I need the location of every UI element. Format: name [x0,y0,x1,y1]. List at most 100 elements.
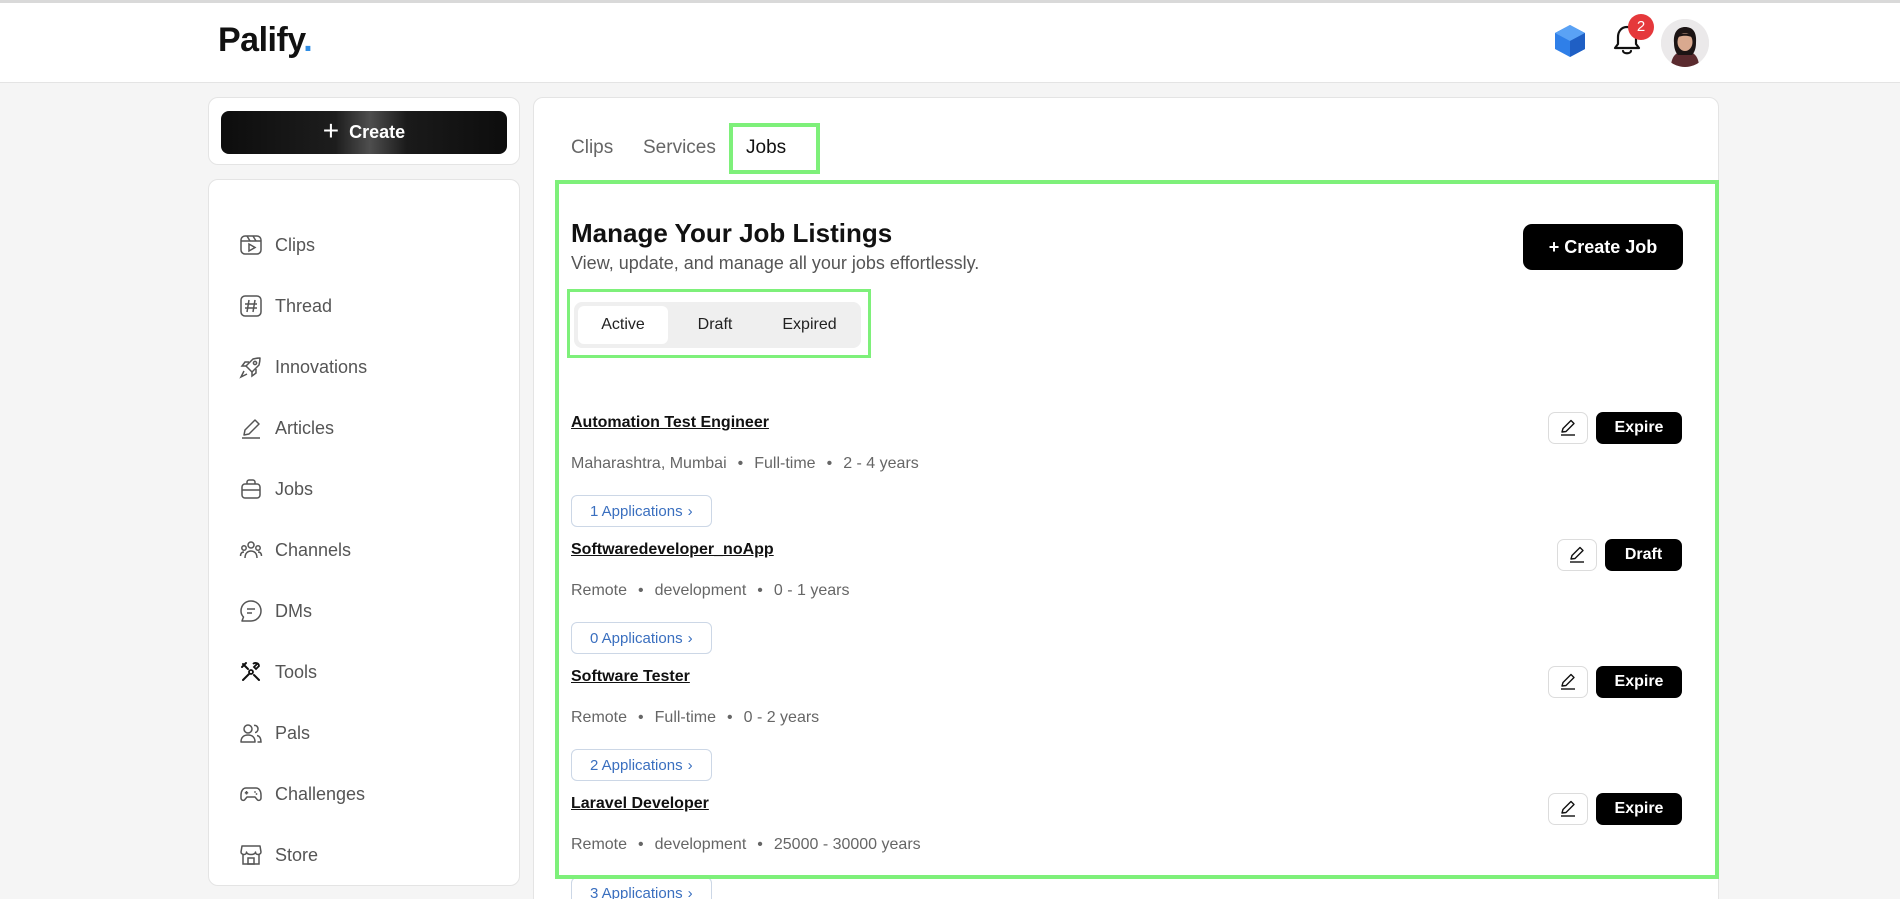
sidebar-item-label: Clips [275,234,316,255]
sidebar-item-label: DMs [275,600,312,621]
chevron-right-icon: › [687,629,693,647]
expire-button[interactable]: Expire [1596,412,1682,444]
chat-icon [240,600,262,622]
applications-button[interactable]: 3 Applications › [571,877,712,899]
plus-icon: + [322,115,340,146]
job-meta: Remote • development • 0 - 1 years [571,582,849,600]
bullet: • [757,836,763,853]
applications-button[interactable]: 0 Applications › [571,622,712,654]
job-title-link[interactable]: Softwaredeveloper_noApp [571,541,774,559]
sidebar-nav: Clips Thread Innovations Articles Jobs C… [208,179,520,886]
channels-icon [239,541,263,559]
job-meta: Remote • Full-time • 0 - 2 years [571,709,819,727]
edit-job-button[interactable] [1557,539,1597,571]
sidebar-item-label: Thread [275,295,333,316]
users-icon [240,724,262,743]
expire-button[interactable]: Expire [1596,666,1682,698]
sidebar-item-store[interactable]: Store [239,837,318,873]
job-location: Remote [571,582,628,599]
tools-icon [241,662,260,681]
pen-icon [1561,673,1575,690]
sidebar-item-dms[interactable]: DMs [239,593,312,629]
page-title: Manage Your Job Listings [571,218,893,248]
filter-active[interactable]: Active [578,306,668,344]
tab-highlight [729,123,820,174]
edit-job-button[interactable] [1548,793,1588,825]
job-type: development [654,582,747,599]
pen-icon [1570,546,1584,563]
sidebar-item-tools[interactable]: Tools [239,654,317,690]
logo[interactable]: Palify. [218,21,313,60]
sidebar-item-jobs[interactable]: Jobs [239,471,313,507]
gamepad-icon [240,787,262,802]
job-status-filter: Active Draft Expired [574,302,861,348]
job-type: development [654,836,747,853]
cube-icon[interactable] [1553,23,1587,59]
job-title-link[interactable]: Laravel Developer [571,795,709,813]
store-icon [240,845,262,865]
pen-icon [242,419,260,439]
job-experience: 25000 - 30000 years [773,836,921,853]
pen-icon [1561,800,1575,817]
edit-job-button[interactable] [1548,666,1588,698]
filter-expired[interactable]: Expired [762,306,857,344]
sidebar-item-label: Jobs [275,478,314,499]
applications-label: 3 Applications [590,884,683,899]
sidebar-item-label: Innovations [275,356,368,377]
job-title-link[interactable]: Software Tester [571,668,690,686]
applications-button[interactable]: 2 Applications › [571,749,712,781]
sidebar-item-thread[interactable]: Thread [239,288,332,324]
chevron-right-icon: › [687,756,693,774]
bullet: • [638,709,644,726]
job-experience: 2 - 4 years [843,455,919,472]
job-location: Remote [571,836,628,853]
bullet: • [826,455,833,472]
sidebar-item-clips[interactable]: Clips [239,227,315,263]
job-meta: Maharashtra, Mumbai • Full-time • 2 - 4 year… [571,455,919,473]
edit-job-button[interactable] [1548,412,1588,444]
job-location: Maharashtra, Mumbai [571,455,727,472]
sidebar-item-innovations[interactable]: Innovations [239,349,367,385]
bullet: • [757,582,763,599]
job-meta: Remote • development • 25000 - 30000 years [571,836,921,854]
draft-button[interactable]: Draft [1605,539,1682,571]
expire-button[interactable]: Expire [1596,793,1682,825]
avatar[interactable] [1661,19,1709,67]
applications-label: 1 Applications [590,502,683,520]
create-job-button[interactable]: + Create Job [1523,224,1683,270]
create-label: Create [349,122,406,142]
job-type: Full-time [754,455,816,472]
applications-button[interactable]: 1 Applications › [571,495,712,527]
filter-draft[interactable]: Draft [670,306,760,344]
bullet: • [638,836,644,853]
chevron-right-icon: › [687,502,693,520]
hash-icon [240,295,262,317]
logo-dot: . [303,21,313,59]
job-title-link[interactable]: Automation Test Engineer [571,414,769,432]
sidebar-item-label: Pals [275,722,311,743]
logo-text: Palify [218,21,304,59]
sidebar-item-label: Channels [275,539,352,560]
briefcase-icon [241,479,261,499]
create-card: + Create [208,97,520,165]
sidebar-item-challenges[interactable]: Challenges [239,776,365,812]
sidebar-item-label: Store [275,844,319,865]
notification-badge: 2 [1628,14,1654,40]
bullet: • [638,582,644,599]
page-subtitle: View, update, and manage all your jobs e… [571,253,980,273]
pen-icon [1561,419,1575,436]
tab-services[interactable]: Services [643,137,716,159]
sidebar-item-channels[interactable]: Channels [239,532,351,568]
sidebar-item-pals[interactable]: Pals [239,715,310,751]
bullet: • [726,709,733,726]
sidebar-item-articles[interactable]: Articles [239,410,334,446]
applications-label: 2 Applications [590,756,683,774]
clips-icon [240,235,262,255]
sidebar-item-label: Tools [275,661,318,682]
sidebar-item-label: Articles [275,417,335,438]
create-button[interactable]: + Create [221,111,507,154]
job-location: Remote [571,709,628,726]
tab-clips[interactable]: Clips [571,137,613,159]
job-type: Full-time [654,709,716,726]
job-experience: 0 - 1 years [773,582,850,599]
